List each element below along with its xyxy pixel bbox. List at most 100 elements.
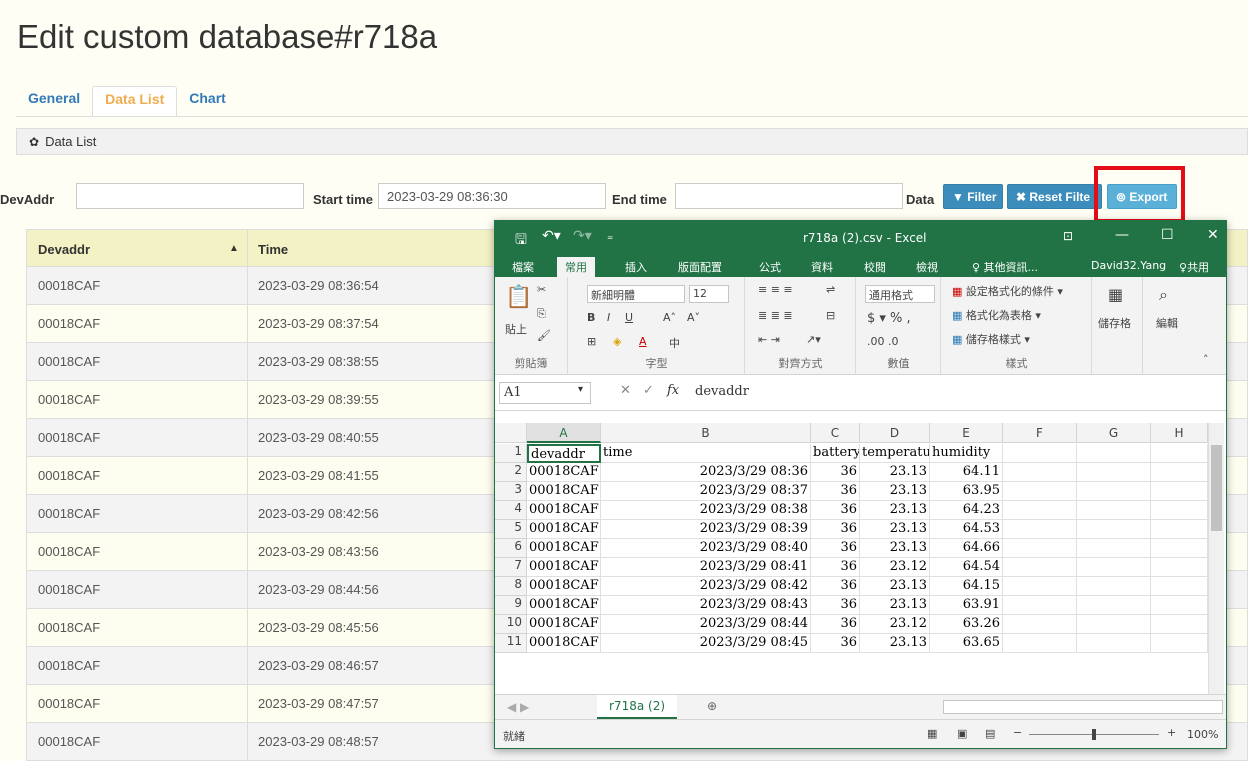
sheet-cell[interactable]: 64.23 [930,501,1003,520]
function-icon[interactable]: fx [667,383,679,398]
start-time-input[interactable] [378,183,606,209]
font-size-select[interactable]: 12 [689,285,729,303]
sheet-cell[interactable] [1003,634,1077,653]
ribbon-tab-insert[interactable]: 插入 [625,259,647,275]
sheet-cell[interactable]: 23.13 [860,539,930,558]
ribbon-tab-view[interactable]: 檢視 [916,259,938,275]
cut-icon[interactable]: ✂ [537,283,546,296]
cells-icon[interactable]: ▦ [1108,285,1123,304]
end-time-input[interactable] [675,183,903,209]
sheet-cell[interactable]: time [601,444,811,463]
ribbon-tab-layout[interactable]: 版面配置 [678,259,722,275]
sheet-cell[interactable]: 23.13 [860,501,930,520]
sheet-cell[interactable]: 23.13 [860,482,930,501]
cells-label[interactable]: 儲存格 [1098,315,1131,331]
sort-up-icon[interactable]: ▲ [229,243,239,254]
ribbon-tab-data[interactable]: 資料 [811,259,833,275]
paste-icon[interactable]: 📋 [505,285,532,310]
sheet-cell[interactable]: 23.12 [860,615,930,634]
font-color-icon[interactable]: A [639,335,647,348]
add-sheet-icon[interactable]: ⊕ [707,699,717,713]
horizontal-scrollbar[interactable] [943,700,1223,714]
row-header[interactable]: 3 [495,482,527,501]
sheet-cell[interactable]: 63.65 [930,634,1003,653]
redo-icon[interactable]: ↷▾ [573,228,592,244]
sheet-cell[interactable] [1003,444,1077,463]
sheet-cell[interactable]: 36 [811,615,860,634]
page-layout-icon[interactable]: ▣ [957,727,967,740]
fill-color-icon[interactable]: ◈ [613,335,621,348]
sheet-cell[interactable] [1003,615,1077,634]
header-time[interactable]: Time [258,242,288,257]
column-header-b[interactable]: B [601,423,811,443]
format-table-button[interactable]: ▦ 格式化為表格 ▾ [952,307,1041,323]
ribbon-search[interactable]: ♀ 其他資訊... [972,259,1038,275]
sheet-cell[interactable]: 36 [811,539,860,558]
sheet-cell[interactable] [1003,520,1077,539]
filter-button[interactable]: ▼ Filter [943,184,1003,209]
sheet-cell[interactable] [1151,463,1208,482]
align-left-icon[interactable]: ≣ ≣ ≣ [758,309,793,322]
underline-icon[interactable]: U [625,311,633,324]
sheet-cell[interactable] [1077,558,1151,577]
sheet-cell[interactable]: 23.13 [860,634,930,653]
devaddr-input[interactable] [76,183,304,209]
maximize-icon[interactable]: ☐ [1161,227,1174,243]
conditional-format-button[interactable]: ▦ 設定格式化的條件 ▾ [952,283,1063,299]
column-header-a[interactable]: A [527,423,601,443]
sheet-cell[interactable] [1003,577,1077,596]
sheet-cell[interactable] [1003,463,1077,482]
sheet-cell[interactable] [1003,482,1077,501]
italic-icon[interactable]: I [607,311,610,324]
collapse-ribbon-icon[interactable]: ˄ [1203,353,1209,366]
sheet-cell[interactable]: 36 [811,501,860,520]
orientation-icon[interactable]: ↗▾ [806,333,821,346]
sheet-prev-icon[interactable]: ◀ ▶ [507,700,529,714]
column-header-h[interactable]: H [1151,423,1208,443]
sheet-cell[interactable]: 64.54 [930,558,1003,577]
sheet-cell[interactable]: 2023/3/29 08:45 [601,634,811,653]
zoom-slider-thumb[interactable] [1092,729,1096,740]
sheet-cell[interactable] [1003,596,1077,615]
border-icon[interactable]: ⊞ [587,335,596,348]
sheet-cell[interactable]: 36 [811,558,860,577]
sheet-cell[interactable]: 2023/3/29 08:42 [601,577,811,596]
sheet-tab[interactable]: r718a (2) [597,695,678,719]
currency-icon[interactable]: $ ▾ % , [867,311,911,326]
sheet-cell[interactable]: 64.15 [930,577,1003,596]
sheet-cell[interactable] [1151,482,1208,501]
bold-icon[interactable]: B [587,311,595,324]
sheet-cell[interactable]: 23.13 [860,596,930,615]
sheet-cell[interactable] [1151,596,1208,615]
undo-icon[interactable]: ↶▾ [542,228,561,244]
scroll-thumb[interactable] [1211,445,1222,531]
row-header[interactable]: 7 [495,558,527,577]
grow-font-icon[interactable]: A˄ [663,311,676,324]
sheet-cell[interactable]: 00018CAF [527,558,601,577]
copy-icon[interactable]: ⎘ [537,307,546,321]
sheet-cell[interactable]: 64.11 [930,463,1003,482]
sheet-cell[interactable]: 00018CAF [527,520,601,539]
sheet-cell[interactable]: 64.66 [930,539,1003,558]
sheet-cell[interactable]: 00018CAF [527,539,601,558]
sheet-cell[interactable] [1151,634,1208,653]
sheet-cell[interactable]: 36 [811,520,860,539]
merge-icon[interactable]: ⊟ [826,309,835,322]
ribbon-tab-review[interactable]: 校閱 [864,259,886,275]
sheet-cell[interactable] [1151,520,1208,539]
ribbon-tab-formula[interactable]: 公式 [759,259,781,275]
sheet-cell[interactable]: 00018CAF [527,634,601,653]
column-header-c[interactable]: C [811,423,860,443]
zoom-in-icon[interactable]: + [1167,726,1176,739]
row-header[interactable]: 5 [495,520,527,539]
sheet-cell[interactable] [1151,444,1208,463]
cell-styles-button[interactable]: ▦ 儲存格樣式 ▾ [952,331,1030,347]
row-header[interactable]: 10 [495,615,527,634]
font-name-select[interactable]: 新細明體 [587,285,685,303]
column-header-e[interactable]: E [930,423,1003,443]
shrink-font-icon[interactable]: A˅ [687,311,700,324]
cancel-icon[interactable]: ✕ [620,383,631,398]
sheet-cell[interactable]: 2023/3/29 08:40 [601,539,811,558]
sheet-cell[interactable]: 36 [811,634,860,653]
sheet-cell[interactable]: 63.95 [930,482,1003,501]
